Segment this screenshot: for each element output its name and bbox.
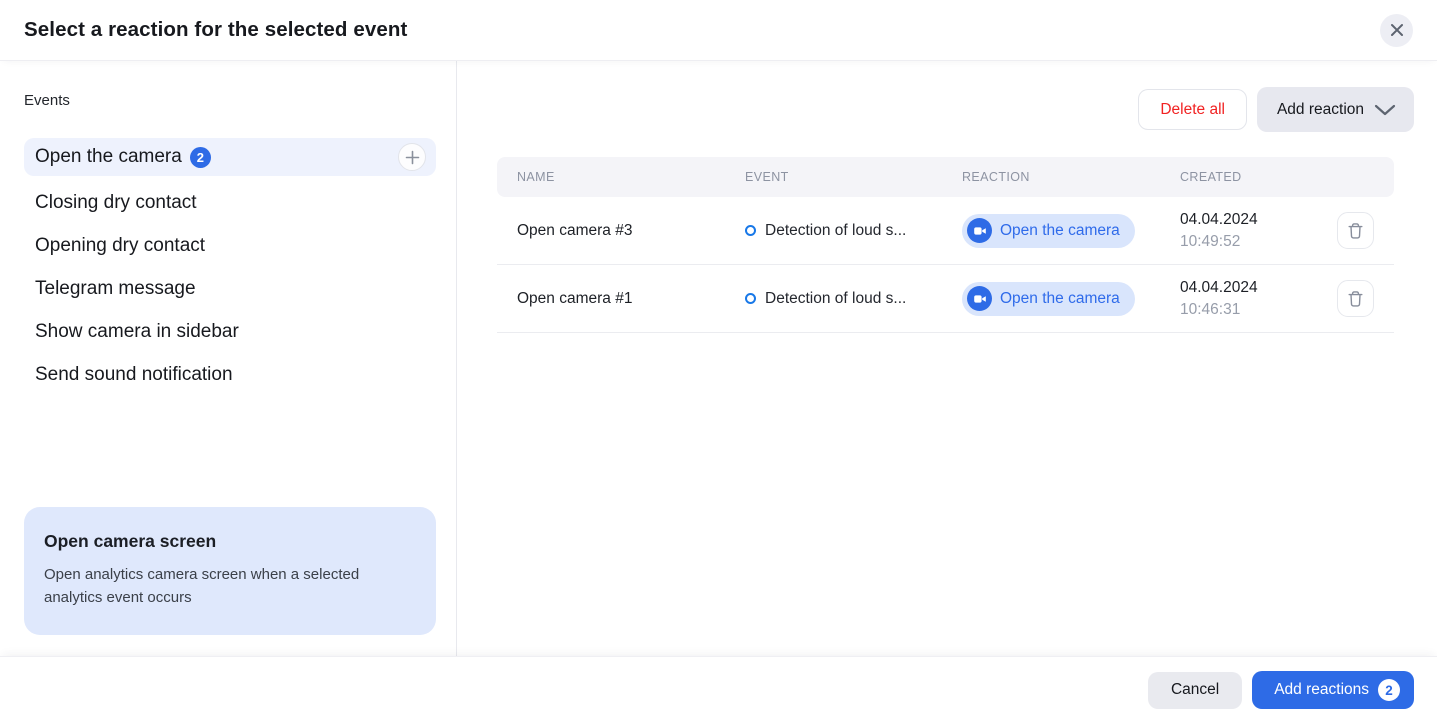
reaction-chip-label: Open the camera [1000, 290, 1120, 308]
sidebar-item-opening-dry-contact[interactable]: Opening dry contact [24, 224, 436, 267]
table-row: Open camera #1 Detection of loud s... [497, 265, 1394, 333]
event-label: Opening dry contact [35, 235, 205, 257]
plus-icon [405, 150, 420, 165]
dialog-footer: Cancel Add reactions 2 [0, 657, 1437, 723]
reaction-name: Open camera #1 [497, 290, 745, 308]
add-reaction-button[interactable]: Add reaction [1257, 87, 1414, 132]
reaction-name: Open camera #3 [497, 222, 745, 240]
count-badge: 2 [190, 147, 211, 168]
sidebar-item-closing-dry-contact[interactable]: Closing dry contact [24, 181, 436, 224]
trash-icon [1347, 290, 1364, 308]
info-card-title: Open camera screen [44, 531, 412, 552]
reaction-chip-label: Open the camera [1000, 222, 1120, 240]
reaction-created: 04.04.2024 10:49:52 [1180, 208, 1337, 253]
event-label: Telegram message [35, 278, 196, 300]
reaction-cell: Open the camera [962, 214, 1180, 248]
add-event-button[interactable] [398, 143, 426, 171]
reactions-toolbar: Delete all Add reaction [457, 87, 1437, 132]
events-sidebar: Events Open the camera 2 Closing dry con… [0, 60, 457, 657]
sidebar-item-show-camera-in-sidebar[interactable]: Show camera in sidebar [24, 310, 436, 353]
column-header-reaction: REACTION [962, 170, 1180, 184]
add-reaction-label: Add reaction [1277, 101, 1364, 119]
close-button[interactable] [1380, 14, 1413, 47]
table-header-row: NAME EVENT REACTION CREATED [497, 157, 1394, 197]
column-header-name: NAME [497, 170, 745, 184]
sidebar-item-telegram-message[interactable]: Telegram message [24, 267, 436, 310]
event-label: Closing dry contact [35, 192, 197, 214]
sidebar-item-open-the-camera[interactable]: Open the camera 2 [24, 138, 436, 176]
event-ring-icon [745, 293, 756, 304]
row-actions [1337, 212, 1394, 249]
trash-icon [1347, 222, 1364, 240]
row-actions [1337, 280, 1394, 317]
event-ring-icon [745, 225, 756, 236]
column-header-created: CREATED [1180, 170, 1337, 184]
event-label: Send sound notification [35, 364, 233, 386]
reaction-event: Detection of loud s... [745, 290, 962, 308]
reaction-event: Detection of loud s... [745, 222, 962, 240]
event-label: Show camera in sidebar [35, 321, 239, 343]
event-text: Detection of loud s... [765, 290, 906, 308]
delete-all-button[interactable]: Delete all [1138, 89, 1247, 130]
table-row: Open camera #3 Detection of loud s... [497, 197, 1394, 265]
reaction-dialog: Select a reaction for the selected event… [0, 0, 1437, 723]
add-reactions-label: Add reactions [1274, 681, 1369, 699]
event-label: Open the camera [35, 146, 182, 168]
column-header-event: EVENT [745, 170, 962, 184]
dialog-body: Events Open the camera 2 Closing dry con… [0, 60, 1437, 657]
created-date: 04.04.2024 [1180, 208, 1337, 231]
event-info-card: Open camera screen Open analytics camera… [24, 507, 436, 635]
events-heading: Events [24, 92, 436, 109]
event-list: Open the camera 2 Closing dry contact Op… [24, 138, 436, 396]
reaction-chip[interactable]: Open the camera [962, 282, 1135, 316]
created-time: 10:49:52 [1180, 231, 1337, 253]
sidebar-item-send-sound-notification[interactable]: Send sound notification [24, 353, 436, 396]
dialog-header: Select a reaction for the selected event [0, 0, 1437, 60]
camera-icon [967, 218, 992, 243]
reaction-created: 04.04.2024 10:46:31 [1180, 276, 1337, 321]
info-card-description: Open analytics camera screen when a sele… [44, 563, 412, 609]
reactions-panel: Delete all Add reaction NAME EVENT REACT… [457, 60, 1437, 657]
reaction-cell: Open the camera [962, 282, 1180, 316]
event-text: Detection of loud s... [765, 222, 906, 240]
chevron-down-icon [1374, 104, 1396, 116]
delete-row-button[interactable] [1337, 280, 1374, 317]
created-date: 04.04.2024 [1180, 276, 1337, 299]
reaction-chip[interactable]: Open the camera [962, 214, 1135, 248]
delete-row-button[interactable] [1337, 212, 1374, 249]
dialog-title: Select a reaction for the selected event [24, 18, 407, 42]
reactions-table: NAME EVENT REACTION CREATED Open camera … [497, 157, 1394, 333]
x-icon [1389, 22, 1405, 38]
cancel-button[interactable]: Cancel [1148, 672, 1242, 709]
count-badge: 2 [1378, 679, 1400, 701]
camera-icon [967, 286, 992, 311]
add-reactions-button[interactable]: Add reactions 2 [1252, 671, 1414, 709]
created-time: 10:46:31 [1180, 299, 1337, 321]
